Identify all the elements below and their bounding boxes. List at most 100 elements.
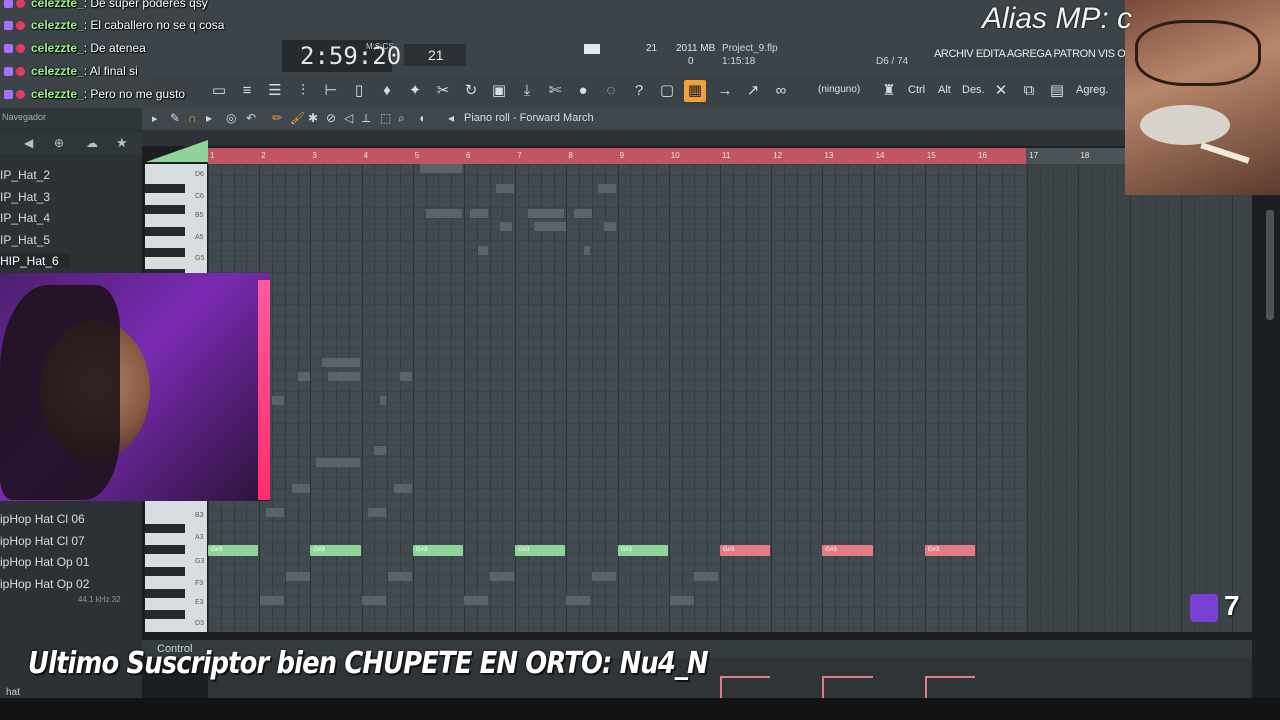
browser-item-selected[interactable]: HIP_Hat_6 bbox=[0, 254, 70, 268]
black-key[interactable] bbox=[145, 184, 185, 193]
ghost-note bbox=[598, 184, 616, 193]
copy-icon[interactable]: ⧉ bbox=[1018, 80, 1040, 102]
time-unit: M:S:CS bbox=[366, 42, 394, 51]
mic-icon[interactable]: ● bbox=[572, 80, 594, 102]
zoom-icon[interactable]: ⌕ bbox=[398, 111, 405, 126]
browser-search-input[interactable]: hat bbox=[6, 687, 20, 698]
note[interactable]: G#3 bbox=[310, 545, 361, 556]
grid-row bbox=[208, 423, 1252, 425]
black-key[interactable] bbox=[145, 545, 185, 554]
pencil-icon[interactable]: ✏ bbox=[272, 111, 282, 125]
magnet-icon[interactable]: ∩ bbox=[188, 111, 197, 125]
loop-region[interactable] bbox=[208, 148, 1026, 164]
velocity-stick[interactable] bbox=[822, 676, 825, 698]
arrow-icon[interactable]: ◂ bbox=[448, 111, 454, 125]
browser-item[interactable]: IP_Hat_4 bbox=[0, 211, 50, 225]
menu-arrow-icon[interactable]: ▸ bbox=[152, 112, 158, 125]
note[interactable]: G#3 bbox=[822, 545, 873, 556]
black-key[interactable] bbox=[145, 205, 185, 214]
slice-icon[interactable]: ⟂ bbox=[362, 111, 370, 126]
ctrl-button[interactable]: Ctrl bbox=[908, 84, 925, 96]
curve-icon[interactable]: ↗ bbox=[742, 80, 764, 102]
note[interactable]: G#3 bbox=[412, 545, 463, 556]
speaker-icon[interactable]: ◖ bbox=[418, 111, 425, 125]
plugin-icon[interactable]: ♦ bbox=[376, 80, 398, 102]
note[interactable]: G#3 bbox=[720, 545, 771, 556]
slip-icon[interactable]: ◁ bbox=[344, 111, 353, 125]
add-button[interactable]: Agreg. bbox=[1076, 84, 1108, 96]
link-icon[interactable]: ∞ bbox=[770, 80, 792, 102]
refresh-icon[interactable]: ↻ bbox=[460, 80, 482, 102]
star-icon[interactable]: ★ bbox=[116, 135, 128, 151]
close-icon[interactable]: ✕ bbox=[990, 80, 1012, 102]
browser-item[interactable]: ipHop Hat Cl 07 bbox=[0, 534, 85, 548]
velocity-stick[interactable] bbox=[924, 676, 927, 698]
grid-line bbox=[540, 164, 542, 632]
bar-number: 1 bbox=[210, 151, 215, 160]
grid-row bbox=[208, 412, 1252, 414]
tools-icon[interactable]: ✎ bbox=[170, 111, 180, 125]
note[interactable]: G#3 bbox=[515, 545, 566, 556]
black-key[interactable] bbox=[145, 524, 185, 533]
bar-number: 17 bbox=[1029, 151, 1039, 160]
paste-icon[interactable]: ▤ bbox=[1046, 80, 1068, 102]
pattern-select[interactable]: (ninguno) bbox=[818, 84, 860, 95]
ghost-note bbox=[694, 572, 718, 581]
browser-item[interactable]: IP_Hat_5 bbox=[0, 233, 50, 247]
brush-icon[interactable]: 🖌 bbox=[290, 111, 305, 125]
ghost-note bbox=[478, 246, 488, 255]
arrow-right-icon[interactable]: → bbox=[714, 80, 736, 102]
browser-item[interactable]: IP_Hat_3 bbox=[0, 190, 50, 204]
piano-roll-icon[interactable]: ▦ bbox=[684, 80, 706, 102]
file-icon[interactable]: ▯ bbox=[348, 80, 370, 102]
cut-icon[interactable]: ✂ bbox=[432, 80, 454, 102]
help-icon[interactable]: ? bbox=[628, 80, 650, 102]
stamp-icon[interactable]: ♜ bbox=[878, 80, 900, 102]
speaker-icon[interactable]: ◀ bbox=[24, 136, 33, 150]
black-key[interactable] bbox=[145, 248, 185, 257]
select-icon[interactable]: ⬚ bbox=[380, 111, 391, 125]
browser-item[interactable]: ipHop Hat Cl 06 bbox=[0, 512, 85, 526]
browser-item[interactable]: ipHop Hat Op 02 bbox=[0, 577, 89, 591]
grid-row bbox=[208, 369, 1252, 371]
record-icon[interactable]: ◎ bbox=[226, 111, 236, 125]
grid-row bbox=[208, 498, 1252, 500]
window-icon[interactable]: ▢ bbox=[656, 80, 678, 102]
grid-line bbox=[796, 164, 798, 632]
vertical-scrollbar[interactable] bbox=[1266, 210, 1274, 320]
mute-icon[interactable]: ⊘ bbox=[326, 111, 336, 125]
black-key[interactable] bbox=[145, 589, 185, 598]
grid-line bbox=[899, 164, 901, 632]
black-key[interactable] bbox=[145, 567, 185, 576]
globe-icon[interactable]: ⊕ bbox=[54, 136, 64, 150]
alt-button[interactable]: Alt bbox=[938, 84, 951, 96]
render-icon[interactable]: ⤓ bbox=[516, 80, 538, 102]
black-key[interactable] bbox=[145, 610, 185, 619]
bar-number: 5 bbox=[414, 151, 420, 160]
chat-icon[interactable]: ◌ bbox=[600, 80, 622, 102]
delete-icon[interactable]: ✱ bbox=[308, 111, 318, 125]
save-icon[interactable]: ▣ bbox=[488, 80, 510, 102]
playlist-icon[interactable]: ☰ bbox=[264, 80, 286, 102]
velocity-stick[interactable] bbox=[720, 676, 722, 698]
bar-number: 7 bbox=[517, 151, 522, 160]
black-key[interactable] bbox=[145, 227, 185, 236]
channel-rack-icon[interactable]: ≡ bbox=[236, 80, 258, 102]
note[interactable]: G#3 bbox=[924, 545, 975, 556]
note[interactable]: G#3 bbox=[208, 545, 259, 556]
wand-icon[interactable]: ✦ bbox=[404, 80, 426, 102]
sliders-icon[interactable]: ⫶ bbox=[292, 80, 314, 102]
scissors-icon[interactable]: ✄ bbox=[544, 80, 566, 102]
note[interactable]: G#3 bbox=[617, 545, 668, 556]
des-button[interactable]: Des. bbox=[962, 84, 985, 96]
grid-row bbox=[208, 444, 1252, 446]
grid-line bbox=[1091, 164, 1093, 632]
browser-item[interactable]: ipHop Hat Op 01 bbox=[0, 555, 89, 569]
mixer-icon[interactable]: ▭ bbox=[208, 80, 230, 102]
browser-item[interactable]: IP_Hat_2 bbox=[0, 168, 50, 182]
cloud-icon[interactable]: ☁ bbox=[86, 136, 98, 150]
play-icon[interactable]: ▸ bbox=[206, 111, 212, 125]
undo-icon[interactable]: ↶ bbox=[246, 111, 256, 125]
tree-icon[interactable]: ⊢ bbox=[320, 80, 342, 102]
ghost-note bbox=[362, 596, 386, 605]
